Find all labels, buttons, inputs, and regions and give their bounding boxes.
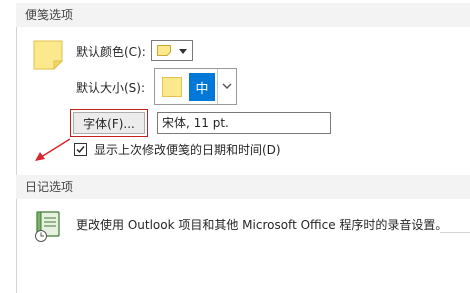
size-picker-divider xyxy=(217,69,218,104)
default-color-label: 默认颜色(C): xyxy=(76,45,146,59)
journal-recording-icon xyxy=(33,211,65,243)
default-size-label: 默认大小(S): xyxy=(76,81,146,95)
journal-description: 更改使用 Outlook 项目和其他 Microsoft Office 程序时的… xyxy=(76,218,448,232)
chevron-down-icon[interactable] xyxy=(222,83,232,90)
bottom-divider xyxy=(440,232,470,233)
size-swatch-icon xyxy=(162,77,182,97)
notes-section-header: 便笺选项 xyxy=(16,3,470,27)
checkmark-icon xyxy=(76,146,85,154)
sticky-note-icon xyxy=(33,40,64,71)
chevron-down-icon xyxy=(179,49,187,54)
font-value-field[interactable]: 宋体, 11 pt. xyxy=(157,112,331,134)
font-button-label: 字体(F)... xyxy=(83,116,135,131)
default-size-picker[interactable]: 中 xyxy=(154,68,237,105)
notes-section-title: 便笺选项 xyxy=(25,8,74,22)
panel-left-border xyxy=(16,24,17,293)
show-date-checkbox[interactable] xyxy=(74,143,87,156)
size-selected-medium[interactable]: 中 xyxy=(189,73,215,101)
show-date-checkbox-label[interactable]: 显示上次修改便笺的日期和时间(D) xyxy=(94,142,281,158)
journal-section-title: 日记选项 xyxy=(25,180,74,194)
red-arrow-annotation-icon xyxy=(35,138,71,161)
font-button[interactable]: 字体(F)... xyxy=(73,112,145,134)
color-swatch-icon xyxy=(157,45,171,56)
default-color-dropdown[interactable] xyxy=(151,40,193,61)
journal-section-header: 日记选项 xyxy=(16,175,470,199)
